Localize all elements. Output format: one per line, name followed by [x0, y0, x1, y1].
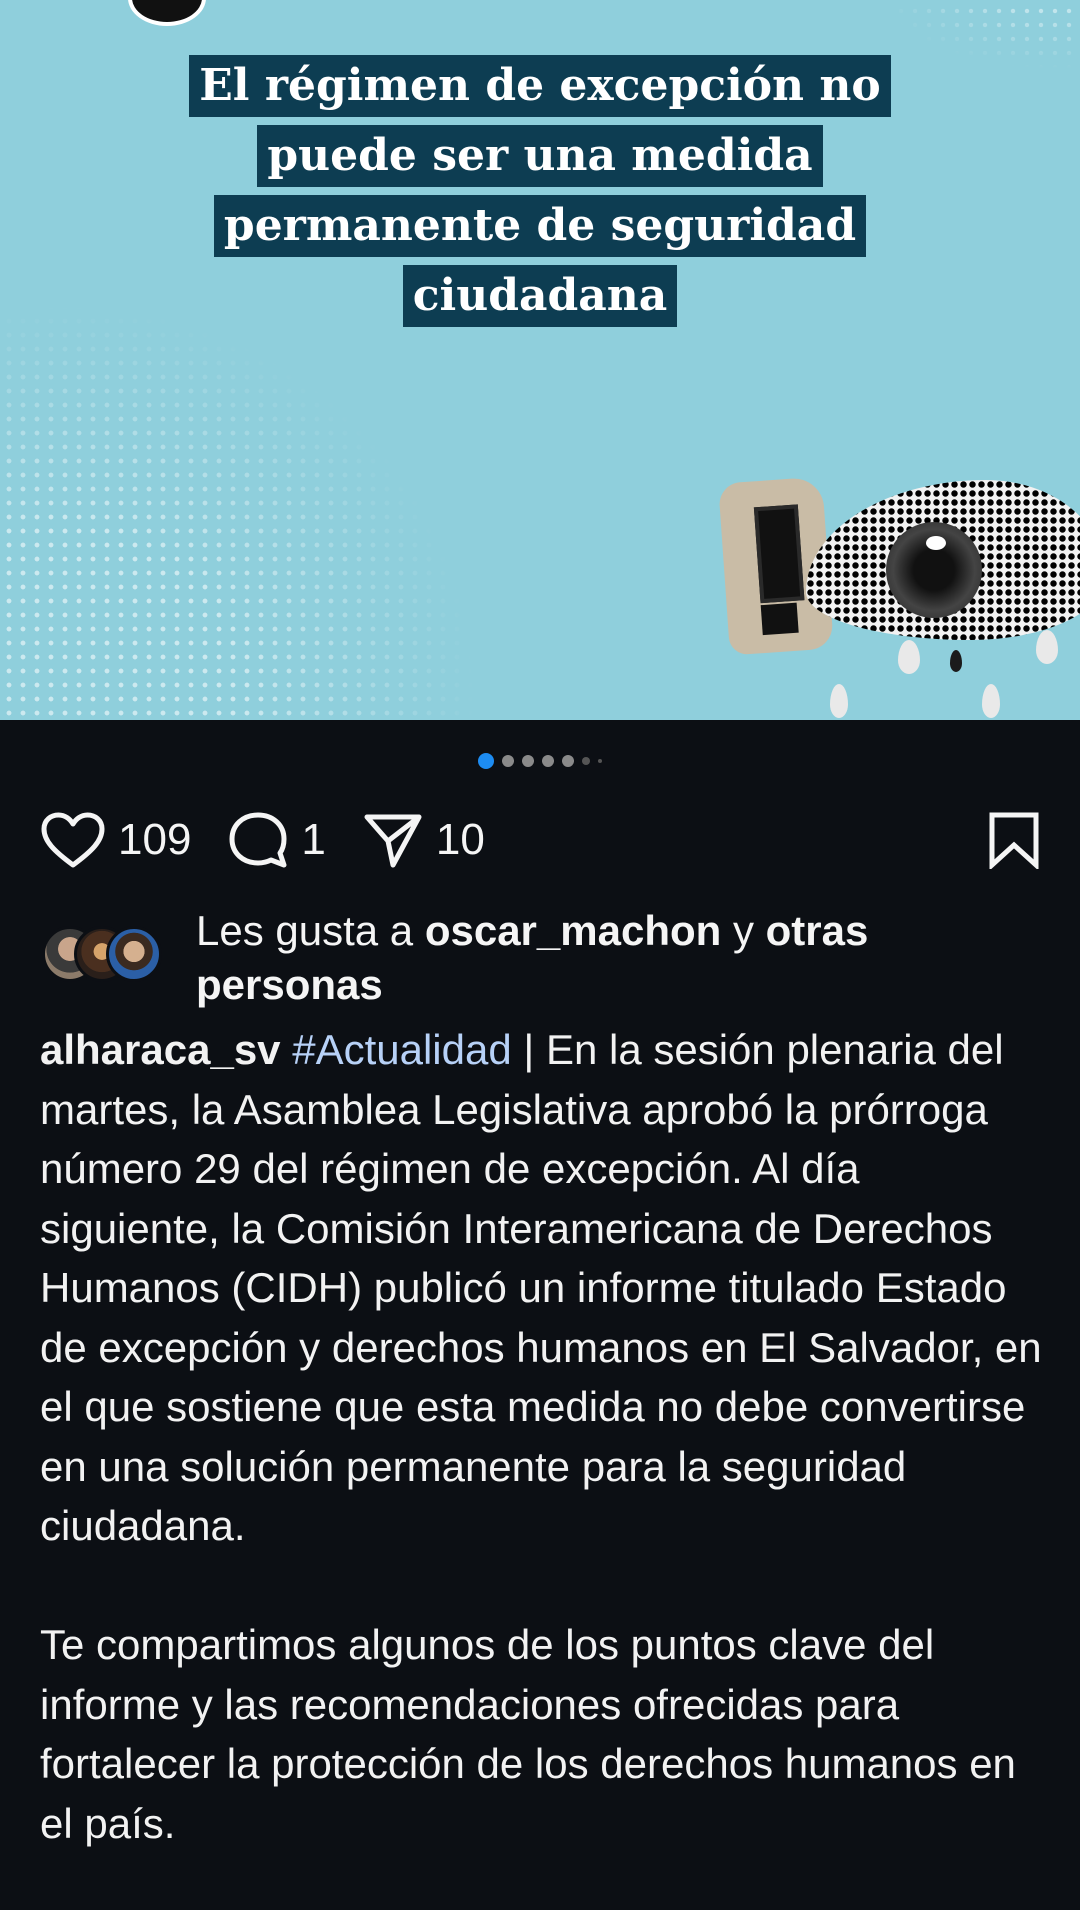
likes-prefix: Les gusta a [196, 907, 425, 954]
comment-button[interactable]: 1 [227, 810, 326, 870]
liker-avatars [42, 926, 182, 982]
carousel-indicator [0, 752, 1080, 769]
carousel-dot [562, 754, 574, 767]
share-count: 10 [435, 815, 485, 864]
caption-text: | En la sesión plenaria del martes, la A… [40, 1026, 1042, 1549]
carousel-dot-active [478, 752, 494, 769]
carousel-dot [598, 758, 602, 763]
save-button[interactable] [988, 811, 1040, 869]
carousel-dot [582, 756, 590, 765]
heart-icon [41, 812, 105, 868]
headline-line: El régimen de excepción no [189, 55, 891, 117]
caption-paragraph: alharaca_sv #Actualidad | En la sesión p… [40, 1020, 1050, 1556]
carousel-dot [522, 754, 534, 767]
caption-username[interactable]: alharaca_sv [40, 1026, 281, 1073]
crying-eye-illustration [806, 480, 1080, 640]
caption-paragraph: Te compartimos algunos de los puntos cla… [40, 1621, 1016, 1847]
halftone-pattern [0, 300, 480, 720]
post-headline: El régimen de excepción no puede ser una… [0, 52, 1080, 332]
send-icon [364, 814, 422, 868]
caption-hashtag[interactable]: #Actualidad [292, 1026, 512, 1073]
headline-line: puede ser una medida [257, 125, 823, 187]
comment-icon [229, 812, 287, 868]
like-count: 109 [118, 815, 192, 864]
like-button[interactable]: 109 [40, 811, 191, 869]
likes-connector: y [721, 907, 766, 954]
liked-by-text: Les gusta a oscar_machon y otras persona… [196, 904, 956, 1012]
tear-drop [898, 640, 920, 674]
bookmark-icon [989, 812, 1039, 869]
carousel-dot [542, 754, 554, 767]
liker-username[interactable]: oscar_machon [425, 907, 721, 954]
tear-drop [1036, 630, 1058, 664]
comment-count: 1 [301, 815, 326, 864]
liked-by-row[interactable]: Les gusta a oscar_machon y otras persona… [40, 904, 1040, 1014]
headline-line: ciudadana [402, 265, 678, 327]
post-image[interactable]: El régimen de excepción no puede ser una… [0, 0, 1080, 720]
tear-drop [830, 684, 848, 718]
post-actions: 109 1 10 [40, 800, 1040, 880]
decorative-blob [128, 0, 206, 26]
share-button[interactable]: 10 [362, 811, 485, 869]
post-caption: alharaca_sv #Actualidad | En la sesión p… [40, 1020, 1050, 1853]
tear-drop [982, 684, 1000, 718]
tear-drop [950, 650, 962, 672]
avatar [106, 926, 162, 982]
headline-line: permanente de seguridad [213, 195, 867, 257]
carousel-dot [502, 754, 514, 767]
